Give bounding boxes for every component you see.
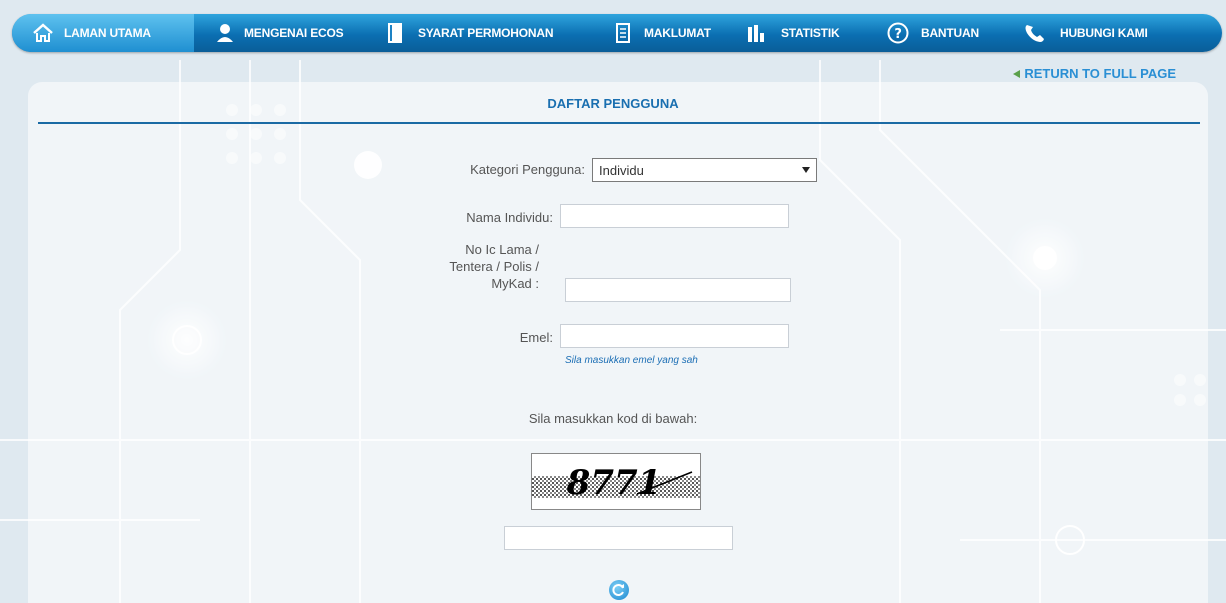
back-arrow-icon bbox=[1013, 69, 1021, 78]
help-icon: ? bbox=[887, 22, 909, 44]
page-title: DAFTAR PENGGUNA bbox=[547, 96, 679, 111]
refresh-icon bbox=[612, 584, 624, 596]
document-icon bbox=[616, 23, 630, 43]
nav-item-label: LAMAN UTAMA bbox=[64, 26, 151, 40]
return-to-full-page-link[interactable]: RETURN TO FULL PAGE bbox=[1013, 66, 1176, 81]
captcha-prompt: Sila masukkan kod di bawah: bbox=[528, 411, 698, 426]
kategori-pengguna-value: Individu bbox=[599, 162, 644, 178]
nav-item-label: MAKLUMAT bbox=[644, 26, 711, 40]
nav-item-label: HUBUNGI KAMI bbox=[1060, 26, 1148, 40]
emel-hint: Sila masukkan emel yang sah bbox=[565, 355, 698, 366]
nama-individu-input[interactable] bbox=[560, 204, 789, 228]
return-link-label: RETURN TO FULL PAGE bbox=[1024, 66, 1176, 81]
nav-item-label: STATISTIK bbox=[781, 26, 840, 40]
nav-item-laman-utama[interactable]: LAMAN UTAMA bbox=[12, 14, 194, 52]
emel-label: Emel: bbox=[519, 330, 553, 345]
nav-item-label: MENGENAI ECOS bbox=[244, 26, 344, 40]
chevron-down-icon bbox=[802, 167, 810, 173]
no-ic-label: No Ic Lama / Tentera / Polis / MyKad : bbox=[420, 241, 539, 292]
title-divider bbox=[38, 122, 1200, 124]
captcha-input[interactable] bbox=[504, 526, 733, 550]
no-ic-label-line2: Tentera / Polis / bbox=[449, 259, 539, 274]
nama-individu-label: Nama Individu: bbox=[466, 210, 553, 225]
nav-item-bantuan[interactable]: ? BANTUAN bbox=[887, 14, 1024, 52]
nav-item-label: BANTUAN bbox=[921, 26, 979, 40]
nav-item-label: SYARAT PERMOHONAN bbox=[418, 26, 554, 40]
book-icon bbox=[388, 23, 402, 43]
phone-icon bbox=[1024, 23, 1046, 43]
nav-item-syarat-permohonan[interactable]: SYARAT PERMOHONAN bbox=[388, 14, 616, 52]
user-icon bbox=[216, 23, 234, 43]
main-navbar: LAMAN UTAMA MENGENAI ECOS SYARAT PERMOHO… bbox=[12, 14, 1222, 52]
kategori-pengguna-label: Kategori Pengguna: bbox=[470, 162, 585, 177]
home-icon bbox=[32, 23, 54, 43]
no-ic-label-line1: No Ic Lama / bbox=[465, 242, 539, 257]
refresh-captcha-button[interactable] bbox=[609, 580, 629, 600]
emel-input[interactable] bbox=[560, 324, 789, 348]
nav-item-maklumat[interactable]: MAKLUMAT bbox=[616, 14, 747, 52]
nav-item-mengenai-ecos[interactable]: MENGENAI ECOS bbox=[194, 14, 388, 52]
bar-chart-icon bbox=[747, 23, 767, 43]
no-ic-input[interactable] bbox=[565, 278, 791, 302]
svg-text:?: ? bbox=[894, 27, 901, 42]
nav-item-statistik[interactable]: STATISTIK bbox=[747, 14, 887, 52]
captcha-image: 8771 bbox=[531, 453, 701, 510]
kategori-pengguna-select[interactable]: Individu bbox=[592, 158, 817, 182]
captcha-code: 8771 bbox=[566, 463, 662, 503]
no-ic-label-line3: MyKad : bbox=[491, 276, 539, 291]
nav-item-hubungi-kami[interactable]: HUBUNGI KAMI bbox=[1024, 14, 1194, 52]
